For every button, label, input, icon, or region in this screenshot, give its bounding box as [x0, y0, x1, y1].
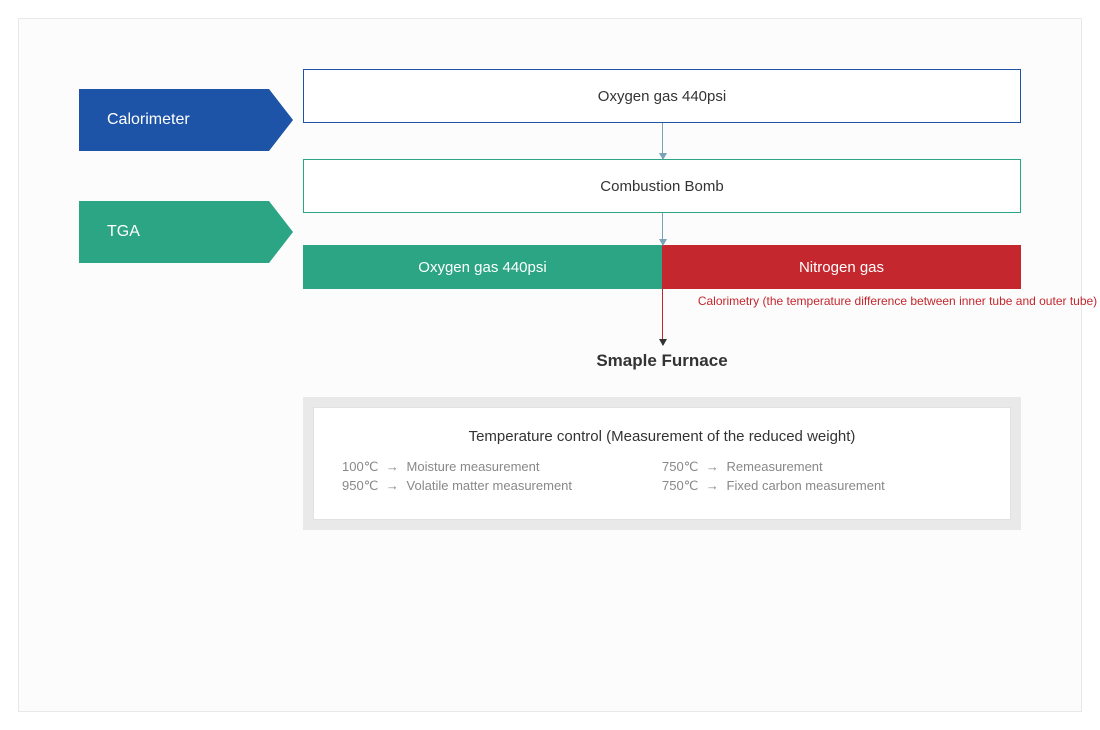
arrow-right-icon: → [706, 459, 719, 474]
tag-tga: TGA [79, 201, 269, 263]
box-oxygen-split-label: Oxygen gas 440psi [418, 259, 546, 276]
sample-furnace-heading: Smaple Furnace [303, 351, 1021, 371]
calorimetry-note: Calorimetry (the temperature difference … [662, 291, 1100, 309]
tag-tga-label: TGA [107, 223, 140, 241]
box-oxygen-split: Oxygen gas 440psi [303, 245, 662, 289]
temperature-temp: 750℃ [662, 459, 698, 474]
box-combustion: Combustion Bomb [303, 159, 1021, 213]
box-nitrogen-split-label: Nitrogen gas [799, 259, 884, 276]
arrow-2 [662, 213, 663, 245]
tag-calorimeter-label: Calorimeter [107, 111, 190, 129]
temperature-col-right: 750℃ → Remeasurement 750℃ → Fixed carbon… [662, 459, 982, 497]
temperature-desc: Moisture measurement [407, 459, 540, 474]
temperature-item: 750℃ → Fixed carbon measurement [662, 478, 982, 494]
sample-furnace-heading-text: Smaple Furnace [596, 351, 727, 370]
temperature-item: 100℃ → Moisture measurement [342, 459, 662, 475]
tag-calorimeter: Calorimeter [79, 89, 269, 151]
temperature-panel-inner: Temperature control (Measurement of the … [313, 407, 1011, 520]
diagram-container: Calorimeter TGA Oxygen gas 440psi Combus… [18, 18, 1082, 712]
calorimetry-note-text: Calorimetry (the temperature difference … [698, 294, 1097, 308]
temperature-title: Temperature control (Measurement of the … [342, 428, 982, 445]
temperature-item: 750℃ → Remeasurement [662, 459, 982, 475]
arrow-1 [662, 123, 663, 159]
temperature-panel: Temperature control (Measurement of the … [303, 397, 1021, 530]
box-combustion-label: Combustion Bomb [600, 178, 723, 195]
arrow-right-icon: → [386, 478, 399, 493]
temperature-desc: Remeasurement [727, 459, 823, 474]
box-oxygen-top-label: Oxygen gas 440psi [598, 88, 726, 105]
arrow-right-icon: → [386, 459, 399, 474]
arrow-right-icon: → [706, 478, 719, 493]
box-oxygen-top: Oxygen gas 440psi [303, 69, 1021, 123]
box-nitrogen-split: Nitrogen gas [662, 245, 1021, 289]
temperature-item: 950℃ → Volatile matter measurement [342, 478, 662, 494]
temperature-desc: Fixed carbon measurement [727, 478, 885, 493]
temperature-temp: 100℃ [342, 459, 378, 474]
temperature-temp: 950℃ [342, 478, 378, 493]
temperature-desc: Volatile matter measurement [407, 478, 572, 493]
temperature-grid: 100℃ → Moisture measurement 950℃ → Volat… [342, 459, 982, 497]
temperature-col-left: 100℃ → Moisture measurement 950℃ → Volat… [342, 459, 662, 497]
row-split-gases: Oxygen gas 440psi Nitrogen gas [303, 245, 1021, 289]
diagram-content: Calorimeter TGA Oxygen gas 440psi Combus… [79, 69, 1021, 671]
temperature-temp: 750℃ [662, 478, 698, 493]
